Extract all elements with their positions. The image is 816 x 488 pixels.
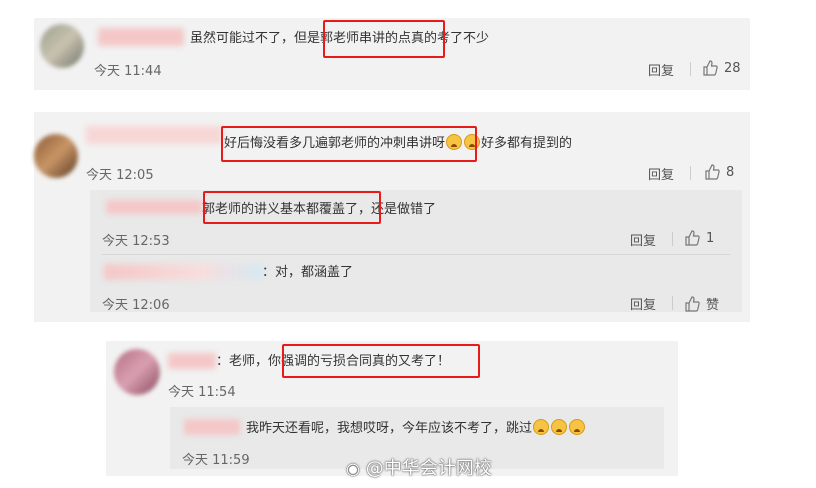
avatar[interactable] bbox=[40, 24, 84, 68]
divider bbox=[102, 254, 730, 255]
reply-button[interactable]: 回复 bbox=[648, 60, 674, 79]
crying-emoji-icon bbox=[551, 419, 568, 435]
weibo-logo-icon: ◉ bbox=[346, 459, 360, 478]
username[interactable] bbox=[184, 419, 240, 435]
like-button[interactable]: 8 bbox=[704, 164, 734, 180]
crying-emoji-icon bbox=[569, 419, 586, 435]
reply-button[interactable]: 回复 bbox=[648, 164, 674, 183]
reply-list: 郭老师的讲义基本都覆盖了，还是做错了 今天 12:53 回复 1 ：对，都涵盖了… bbox=[90, 190, 742, 313]
thumbs-up-icon bbox=[705, 164, 720, 180]
username[interactable] bbox=[106, 200, 202, 214]
comment-text-part: 好多都有提到的 bbox=[481, 136, 573, 151]
reply-button[interactable]: 回复 bbox=[630, 294, 656, 313]
watermark-text: @中华会计网校 bbox=[365, 458, 492, 479]
like-count: 赞 bbox=[706, 298, 720, 313]
highlight-box bbox=[323, 20, 445, 58]
thumbs-up-icon bbox=[685, 230, 700, 246]
avatar[interactable] bbox=[34, 134, 78, 178]
like-button[interactable]: 28 bbox=[702, 60, 741, 76]
thumbs-up-icon bbox=[685, 295, 700, 312]
divider bbox=[672, 232, 673, 246]
reply-button[interactable]: 回复 bbox=[630, 230, 656, 249]
reply-time: 今天 11:59 bbox=[182, 453, 250, 468]
like-count: 28 bbox=[724, 60, 741, 76]
thumbs-up-icon bbox=[703, 60, 718, 76]
reply-time: 今天 12:06 bbox=[102, 298, 170, 313]
highlight-box bbox=[282, 344, 480, 378]
username[interactable] bbox=[86, 126, 222, 144]
username[interactable] bbox=[104, 264, 264, 280]
divider bbox=[690, 166, 691, 180]
comment-time: 今天 12:05 bbox=[86, 168, 154, 183]
divider bbox=[672, 296, 673, 310]
reply-text-part: 我昨天还看呢，我想哎呀，今年应该不考了，跳过 bbox=[246, 421, 533, 436]
watermark: ◉ @中华会计网校 bbox=[346, 454, 492, 480]
highlight-box bbox=[221, 126, 477, 162]
comment-time: 今天 11:44 bbox=[94, 64, 162, 79]
crying-emoji-icon bbox=[533, 419, 550, 435]
like-button[interactable]: 1 bbox=[684, 230, 714, 246]
like-button[interactable]: 赞 bbox=[684, 294, 719, 313]
like-count: 1 bbox=[706, 230, 715, 246]
username[interactable] bbox=[98, 28, 184, 46]
divider bbox=[690, 62, 691, 76]
reply-time: 今天 12:53 bbox=[102, 234, 170, 249]
avatar[interactable] bbox=[114, 349, 160, 395]
highlight-box bbox=[203, 191, 381, 224]
username[interactable] bbox=[168, 353, 216, 369]
reply-text: 我昨天还看呢，我想哎呀，今年应该不考了，跳过 bbox=[246, 419, 586, 438]
comment-time: 今天 11:54 bbox=[168, 385, 236, 400]
like-count: 8 bbox=[726, 164, 735, 180]
reply-text: ：对，都涵盖了 bbox=[262, 265, 354, 280]
